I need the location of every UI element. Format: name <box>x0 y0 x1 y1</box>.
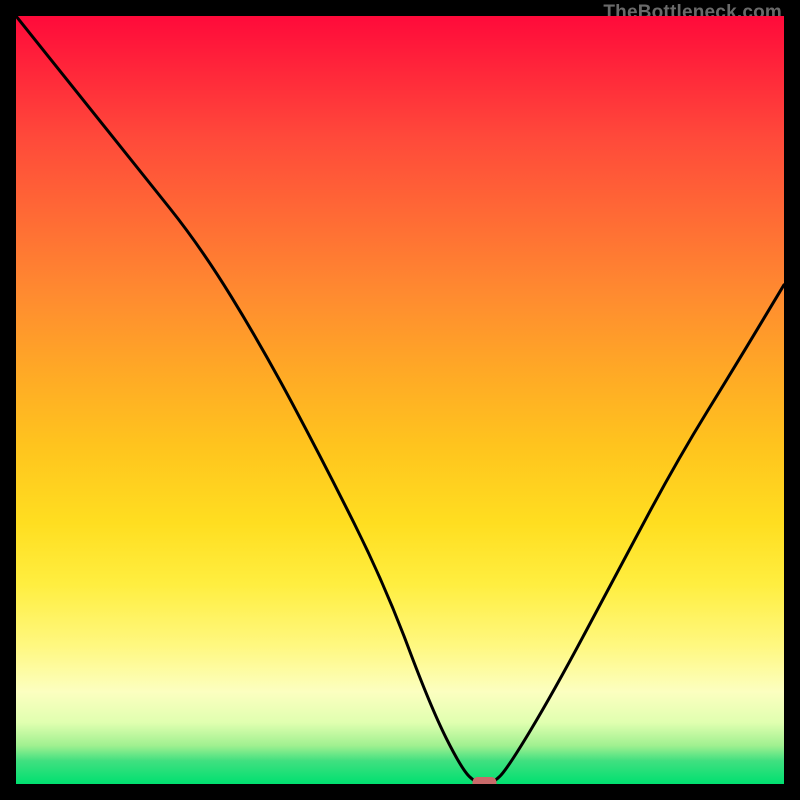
plot-area <box>16 16 784 784</box>
chart-frame: TheBottleneck.com <box>16 16 784 784</box>
heat-gradient <box>16 16 784 784</box>
